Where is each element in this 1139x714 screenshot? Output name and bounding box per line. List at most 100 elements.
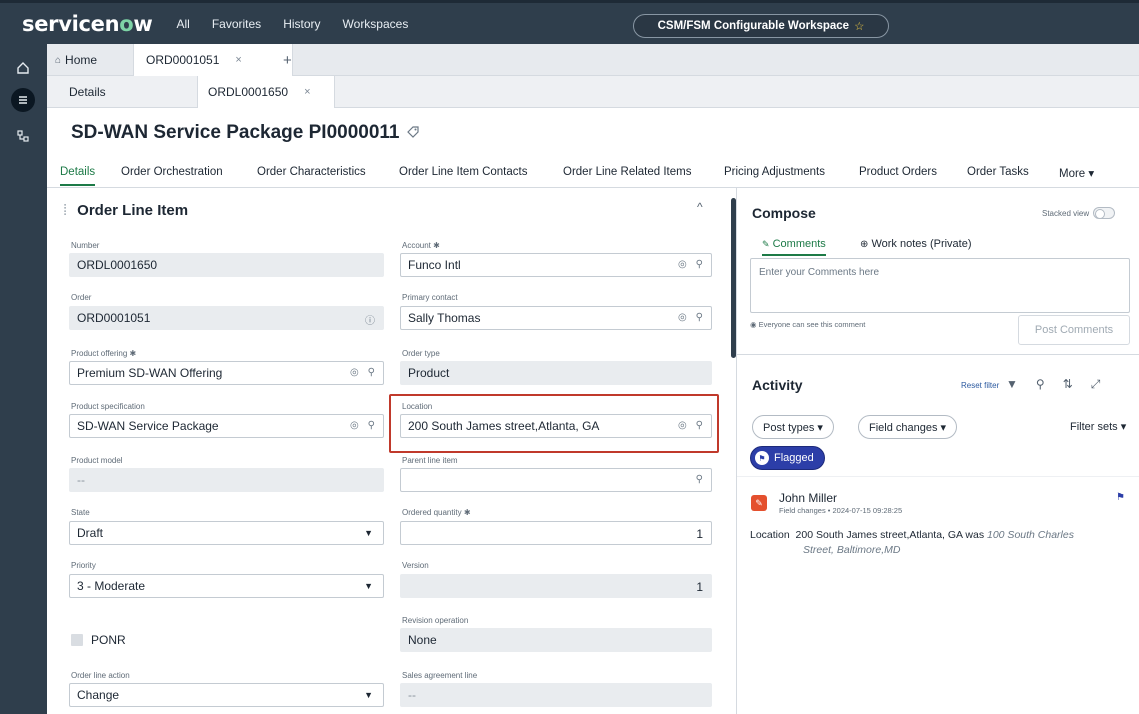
- flag-icon[interactable]: ⚑: [1116, 492, 1125, 503]
- sort-icon[interactable]: ⇅: [1063, 377, 1073, 392]
- close-icon[interactable]: ×: [235, 54, 241, 66]
- location-highlight-box: [389, 394, 719, 453]
- entry-author: John Miller: [779, 491, 838, 505]
- tab-work-notes-label: Work notes (Private): [871, 238, 972, 250]
- expand-icon[interactable]: ⤢: [1091, 377, 1101, 392]
- workspace-tabs: ⌂ Home ORD0001051 × +: [47, 44, 1139, 76]
- stacked-view-toggle-group: Stacked view: [1042, 207, 1116, 219]
- search-icon[interactable]: ⚲: [696, 259, 703, 270]
- servicenow-logo[interactable]: servicenow: [22, 12, 153, 36]
- tab-order-line-related-items[interactable]: Order Line Related Items: [563, 166, 691, 178]
- order-field[interactable]: ORD0001051 ⓘ: [69, 306, 384, 330]
- state-value: Draft: [77, 526, 104, 540]
- top-header: servicenow All Favorites History Workspa…: [0, 0, 1139, 44]
- drag-handle-icon[interactable]: ⁞: [63, 202, 67, 219]
- nav-workspaces[interactable]: Workspaces: [343, 17, 409, 31]
- state-select[interactable]: Draft ▼: [69, 521, 384, 545]
- field-changes-filter[interactable]: Field changes ▾: [858, 415, 958, 439]
- tag-icon[interactable]: [407, 125, 420, 141]
- workspace-selector[interactable]: CSM/FSM Configurable Workspace ☆: [633, 14, 889, 38]
- workspace-name: CSM/FSM Configurable Workspace: [657, 20, 850, 32]
- revision-operation-field: None: [400, 628, 712, 652]
- entry-change: Location 200 South James street,Atlanta,…: [750, 529, 1074, 541]
- preview-icon[interactable]: ◎: [350, 420, 359, 431]
- search-icon[interactable]: ⚲: [696, 474, 703, 485]
- tab-pricing-adjustments[interactable]: Pricing Adjustments: [724, 166, 825, 178]
- search-icon[interactable]: ⚲: [368, 367, 375, 378]
- post-comments-button[interactable]: Post Comments: [1018, 315, 1130, 345]
- stacked-view-toggle[interactable]: [1093, 207, 1116, 219]
- ordered-quantity-field[interactable]: 1: [400, 521, 712, 545]
- caret-down-icon: ▼: [364, 581, 373, 591]
- hierarchy-icon[interactable]: [11, 124, 35, 148]
- tab-details[interactable]: Details: [60, 166, 96, 186]
- tab-more[interactable]: More ▾: [1059, 166, 1094, 180]
- entry-old-value: 100 South Charles: [987, 529, 1074, 541]
- flagged-label: Flagged: [774, 452, 814, 464]
- tab-order-line-item-contacts[interactable]: Order Line Item Contacts: [399, 166, 527, 178]
- list-icon[interactable]: [11, 88, 35, 112]
- tab-home[interactable]: ⌂ Home: [55, 44, 97, 76]
- tab-comments[interactable]: ✎ Comments: [762, 238, 826, 256]
- stacked-view-label: Stacked view: [1042, 208, 1090, 218]
- subtab-order-line[interactable]: ORDL0001650 ×: [197, 76, 335, 108]
- record-title-text: SD-WAN Service Package PI0000011: [71, 122, 400, 143]
- product-offering-field[interactable]: Premium SD-WAN Offering ◎ ⚲: [69, 361, 384, 385]
- home-icon[interactable]: [11, 56, 35, 80]
- section-header: ⁞ Order Line Item: [63, 202, 188, 219]
- add-tab-button[interactable]: +: [283, 44, 292, 76]
- reset-filter-link[interactable]: Reset filter: [961, 381, 999, 390]
- ponr-checkbox[interactable]: [71, 634, 83, 646]
- top-nav: All Favorites History Workspaces: [176, 17, 408, 31]
- search-icon[interactable]: ⚲: [696, 312, 703, 323]
- tab-order-characteristics[interactable]: Order Characteristics: [257, 166, 366, 178]
- filter-icon[interactable]: ▼: [1006, 377, 1018, 392]
- product-specification-field[interactable]: SD-WAN Service Package ◎ ⚲: [69, 414, 384, 438]
- number-value: ORDL0001650: [77, 258, 158, 272]
- comment-placeholder: Enter your Comments here: [759, 267, 880, 278]
- order-label: Order: [71, 293, 92, 302]
- tab-work-notes[interactable]: ⊕ Work notes (Private): [860, 238, 972, 250]
- filter-sets-dropdown[interactable]: Filter sets ▾: [1070, 420, 1126, 433]
- tab-order[interactable]: ORD0001051 ×: [133, 44, 293, 76]
- close-icon[interactable]: ×: [304, 86, 310, 98]
- nav-all[interactable]: All: [176, 17, 189, 31]
- primary-contact-value: Sally Thomas: [408, 311, 481, 325]
- search-icon[interactable]: ⚲: [368, 420, 375, 431]
- comment-input[interactable]: Enter your Comments here: [750, 258, 1130, 313]
- section-title: Order Line Item: [77, 202, 189, 219]
- star-icon[interactable]: ☆: [854, 19, 864, 33]
- version-label: Version: [402, 561, 429, 570]
- preview-icon[interactable]: ◎: [350, 367, 359, 378]
- product-model-field: --: [69, 468, 384, 492]
- number-field: ORDL0001650: [69, 253, 384, 277]
- nav-favorites[interactable]: Favorites: [212, 17, 261, 31]
- account-field[interactable]: Funco Intl ◎ ⚲: [400, 253, 712, 277]
- order-value: ORD0001051: [77, 311, 151, 325]
- flagged-chip[interactable]: ⚑ Flagged: [750, 446, 825, 470]
- search-icon[interactable]: ⚲: [1036, 377, 1045, 392]
- priority-value: 3 - Moderate: [77, 579, 146, 593]
- post-types-filter[interactable]: Post types ▾: [752, 415, 834, 439]
- left-rail: [0, 44, 47, 714]
- primary-contact-label: Primary contact: [402, 293, 458, 302]
- order-line-action-select[interactable]: Change ▼: [69, 683, 384, 707]
- tab-order-orchestration[interactable]: Order Orchestration: [121, 166, 223, 178]
- tab-comments-label: Comments: [772, 238, 826, 250]
- subtab-details[interactable]: Details: [69, 76, 106, 108]
- tab-order-tasks[interactable]: Order Tasks: [967, 166, 1029, 178]
- tab-order-label: ORD0001051: [146, 53, 220, 67]
- primary-contact-field[interactable]: Sally Thomas ◎ ⚲: [400, 306, 712, 330]
- product-specification-label: Product specification: [71, 402, 145, 411]
- account-label: Account ✱: [402, 241, 440, 250]
- preview-icon[interactable]: ◎: [678, 259, 687, 270]
- priority-select[interactable]: 3 - Moderate ▼: [69, 574, 384, 598]
- edit-icon: ✎: [751, 495, 767, 511]
- info-icon[interactable]: ⓘ: [365, 312, 375, 327]
- parent-line-item-field[interactable]: ⚲: [400, 468, 712, 492]
- product-specification-value: SD-WAN Service Package: [77, 419, 219, 433]
- nav-history[interactable]: History: [283, 17, 320, 31]
- preview-icon[interactable]: ◎: [678, 312, 687, 323]
- collapse-icon[interactable]: ^: [697, 200, 703, 214]
- tab-product-orders[interactable]: Product Orders: [859, 166, 937, 178]
